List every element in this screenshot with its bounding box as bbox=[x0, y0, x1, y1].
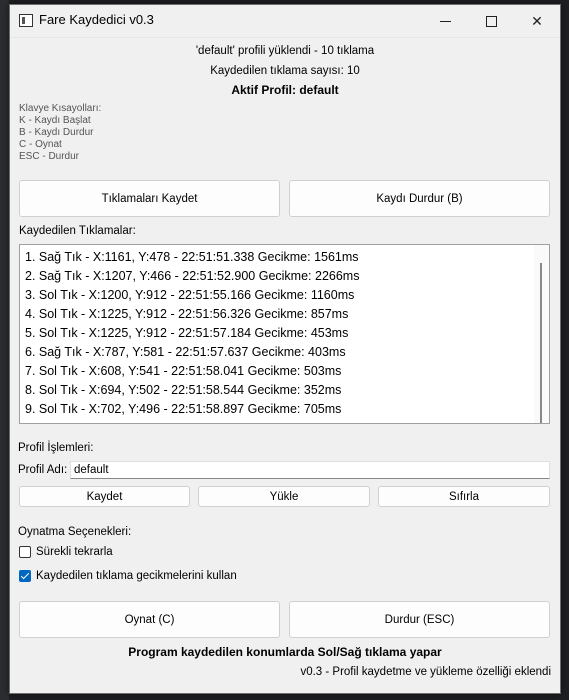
shortcut-item: B - Kaydı Durdur bbox=[19, 127, 94, 138]
load-profile-button[interactable]: Yükle bbox=[198, 486, 370, 507]
title-bar: Fare Kaydedici v0.3 ✕ bbox=[10, 5, 560, 38]
play-button[interactable]: Oynat (C) bbox=[19, 601, 280, 638]
list-item[interactable]: 6. Sağ Tık - X:787, Y:581 - 22:51:57.637… bbox=[25, 345, 346, 359]
repeat-label[interactable]: Sürekli tekrarla bbox=[36, 546, 113, 558]
recorded-clicks-list[interactable]: 1. Sağ Tık - X:1161, Y:478 - 22:51:51.33… bbox=[19, 244, 550, 424]
stop-recording-button[interactable]: Kaydı Durdur (B) bbox=[289, 180, 550, 217]
stop-playback-button[interactable]: Durdur (ESC) bbox=[289, 601, 550, 638]
click-count-status: Kaydedilen tıklama sayısı: 10 bbox=[210, 65, 360, 77]
list-item[interactable]: 7. Sol Tık - X:608, Y:541 - 22:51:58.041… bbox=[25, 364, 341, 378]
list-scrollbar[interactable] bbox=[534, 245, 549, 423]
profile-section-title: Profil İşlemleri: bbox=[18, 442, 94, 454]
repeat-checkbox[interactable] bbox=[19, 546, 31, 558]
use-delays-label[interactable]: Kaydedilen tıklama gecikmelerini kullan bbox=[36, 570, 237, 582]
list-item[interactable]: 1. Sağ Tık - X:1161, Y:478 - 22:51:51.33… bbox=[25, 250, 359, 264]
list-item[interactable]: 9. Sol Tık - X:702, Y:496 - 22:51:58.897… bbox=[25, 402, 341, 416]
scrollbar-thumb[interactable] bbox=[540, 263, 542, 423]
minimize-button[interactable] bbox=[422, 5, 468, 37]
close-button[interactable]: ✕ bbox=[514, 5, 560, 37]
save-profile-button[interactable]: Kaydet bbox=[19, 486, 190, 507]
minimize-icon bbox=[439, 20, 451, 22]
shortcut-item: ESC - Durdur bbox=[19, 151, 80, 162]
clicks-list-title: Kaydedilen Tıklamalar: bbox=[19, 225, 136, 237]
profile-name-field[interactable]: default bbox=[70, 461, 550, 479]
use-delays-checkbox[interactable] bbox=[19, 570, 31, 582]
shortcuts-title: Klavye Kısayolları: bbox=[19, 103, 102, 114]
maximize-button[interactable] bbox=[468, 5, 514, 37]
background-editor-left bbox=[0, 0, 9, 700]
start-recording-button[interactable]: Tıklamaları Kaydet bbox=[19, 180, 280, 217]
reset-profile-button[interactable]: Sıfırla bbox=[378, 486, 550, 507]
footer-info: Program kaydedilen konumlarda Sol/Sağ tı… bbox=[128, 645, 442, 659]
maximize-icon bbox=[485, 15, 497, 27]
profile-name-label: Profil Adı: bbox=[18, 464, 68, 476]
app-icon bbox=[19, 14, 33, 27]
close-icon: ✕ bbox=[531, 12, 543, 29]
profile-loaded-status: 'default' profili yüklendi - 10 tıklama bbox=[195, 45, 375, 57]
window-title: Fare Kaydedici v0.3 bbox=[39, 12, 154, 27]
list-item[interactable]: 2. Sağ Tık - X:1207, Y:466 - 22:51:52.90… bbox=[25, 269, 359, 283]
list-item[interactable]: 8. Sol Tık - X:694, Y:502 - 22:51:58.544… bbox=[25, 383, 341, 397]
version-note: v0.3 - Profil kaydetme ve yükleme özelli… bbox=[300, 666, 551, 678]
playback-section-title: Oynatma Seçenekleri: bbox=[18, 526, 132, 538]
list-item[interactable]: 5. Sol Tık - X:1225, Y:912 - 22:51:57.18… bbox=[25, 326, 348, 340]
shortcuts-panel: Klavye Kısayolları: K - Kaydı Başlat B -… bbox=[19, 103, 101, 163]
list-item[interactable]: 3. Sol Tık - X:1200, Y:912 - 22:51:55.16… bbox=[25, 288, 354, 302]
shortcut-item: C - Oynat bbox=[19, 139, 62, 150]
list-item[interactable]: 4. Sol Tık - X:1225, Y:912 - 22:51:56.32… bbox=[25, 307, 348, 321]
shortcut-item: K - Kaydı Başlat bbox=[19, 115, 91, 126]
app-window: Fare Kaydedici v0.3 ✕ 'default' profili … bbox=[9, 4, 561, 694]
active-profile-label: Aktif Profil: default bbox=[231, 83, 339, 97]
